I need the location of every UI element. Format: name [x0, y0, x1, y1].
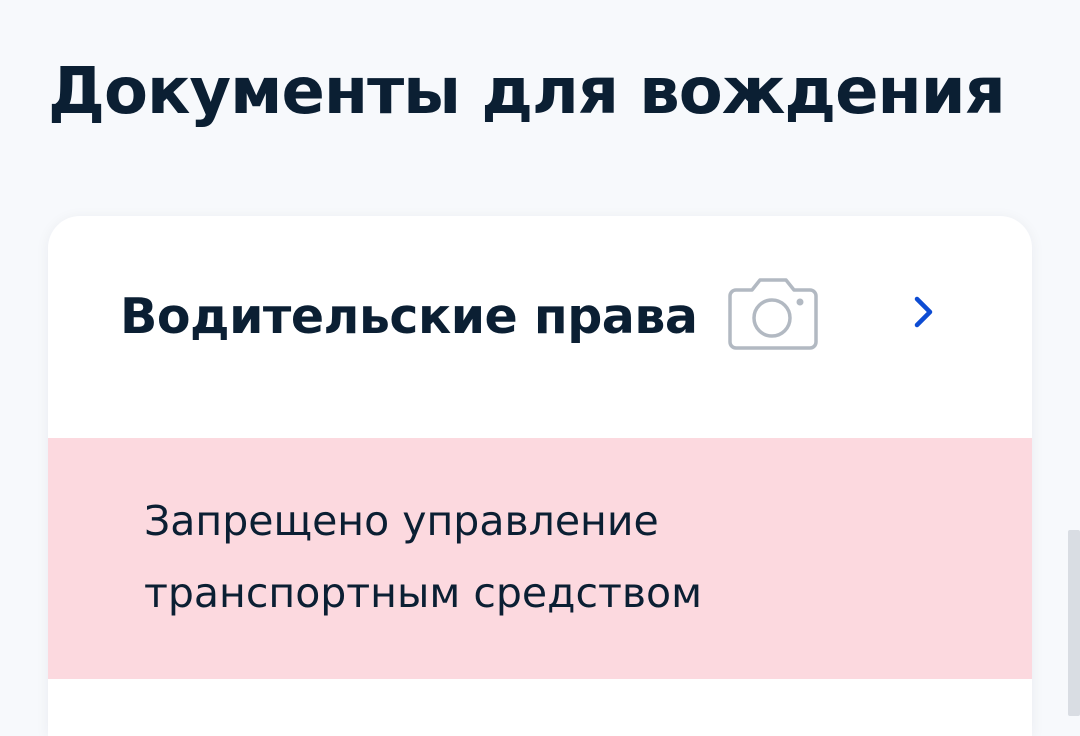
camera-icon[interactable] [728, 274, 818, 350]
status-text-line-1: Запрещено управление [144, 497, 659, 545]
driver-license-card: Водительские права Запрещено управление … [48, 216, 1032, 736]
status-text-line-2: транспортным средством [144, 569, 703, 617]
chevron-right-icon[interactable] [912, 294, 936, 330]
driver-license-header[interactable]: Водительские права [48, 216, 1032, 438]
driver-license-title: Водительские права [120, 288, 698, 345]
page-title: Документы для вождения [48, 55, 1006, 129]
scrollbar-thumb[interactable] [1068, 530, 1080, 716]
status-banner: Запрещено управление транспортным средст… [48, 438, 1032, 679]
status-text: Запрещено управление транспортным средст… [144, 485, 944, 629]
